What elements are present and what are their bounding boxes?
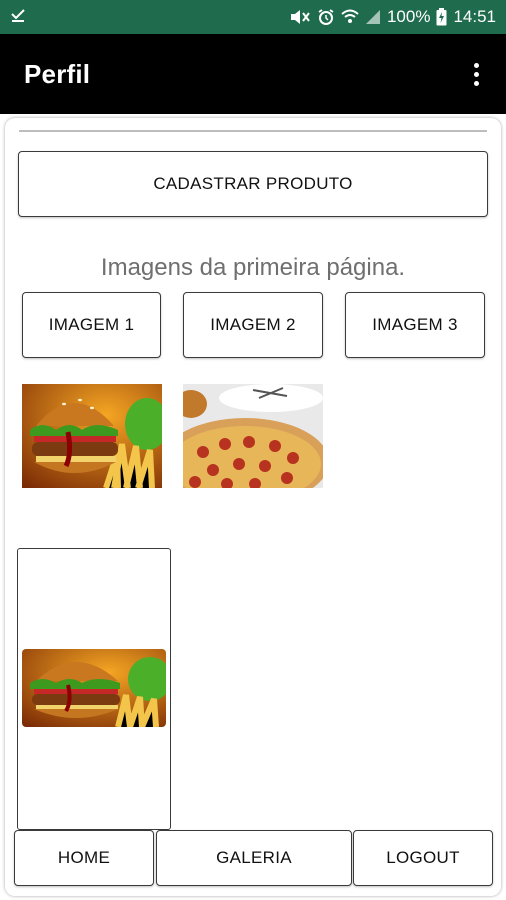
divider — [19, 130, 487, 132]
image-2-button[interactable]: IMAGEM 2 — [183, 292, 323, 358]
content-card: CADASTRAR PRODUTO Imagens da primeira pá… — [5, 118, 501, 896]
status-bar: 100% 14:51 — [0, 0, 506, 34]
signal-icon — [365, 9, 381, 25]
overflow-menu-icon[interactable] — [464, 59, 488, 89]
page-title: Perfil — [24, 58, 91, 89]
gallery-button[interactable]: GALERIA — [156, 830, 352, 886]
clock: 14:51 — [453, 7, 496, 26]
pizza-image[interactable] — [183, 384, 323, 488]
burger-image[interactable] — [22, 649, 166, 727]
image-preview — [17, 548, 171, 830]
image-1-button[interactable]: IMAGEM 1 — [22, 292, 161, 358]
alarm-icon — [317, 8, 335, 26]
wifi-icon — [341, 9, 359, 25]
battery-percent: 100% — [386, 7, 431, 26]
section-title: Imagens da primeira página. — [100, 254, 406, 281]
app-bar: Perfil — [0, 34, 506, 114]
burger-image[interactable] — [22, 384, 162, 488]
image-3-button[interactable]: IMAGEM 3 — [345, 292, 485, 358]
home-button[interactable]: HOME — [14, 830, 154, 886]
download-done-icon — [10, 7, 26, 28]
mute-icon — [289, 9, 311, 25]
register-product-button[interactable]: CADASTRAR PRODUTO — [18, 151, 488, 217]
battery-charging-icon — [436, 8, 447, 26]
logout-button[interactable]: LOGOUT — [353, 830, 493, 886]
